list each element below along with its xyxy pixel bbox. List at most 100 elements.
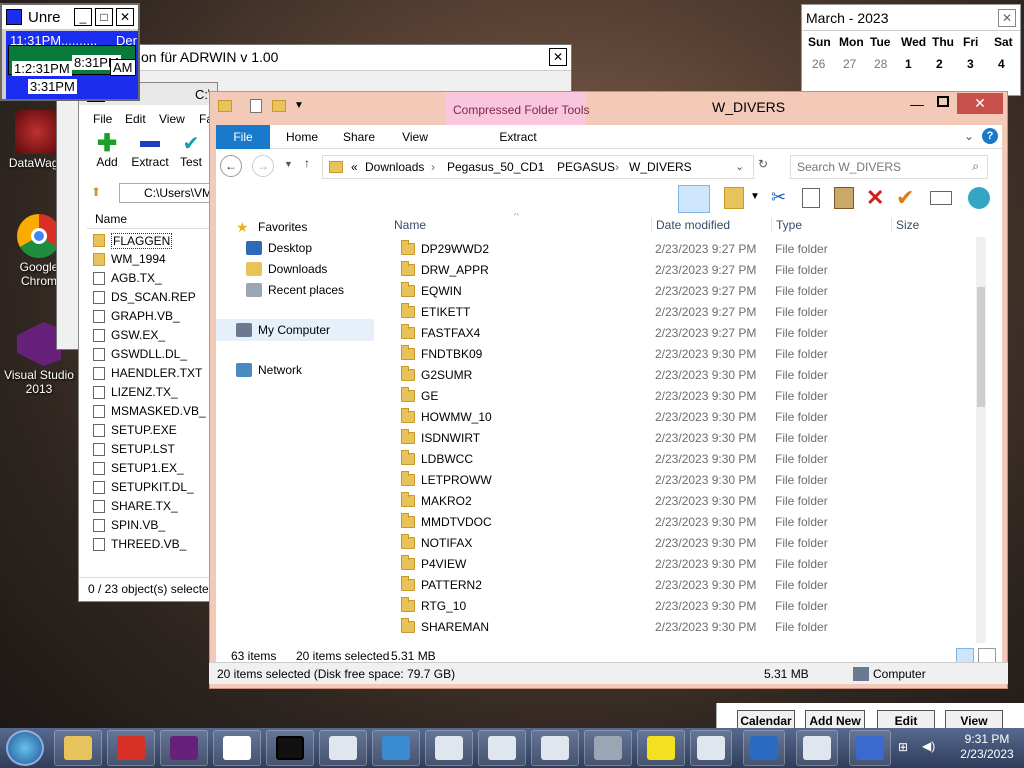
- list-item[interactable]: SETUP.EXE: [87, 421, 219, 440]
- calendar-day[interactable]: 2: [936, 57, 943, 71]
- list-item[interactable]: WM_1994: [87, 250, 219, 269]
- taskbar-app-app3[interactable]: [478, 730, 526, 766]
- table-row[interactable]: MMDTVDOC 2/23/2023 9:30 PM File folder: [386, 512, 986, 533]
- calendar-day[interactable]: 27: [843, 57, 856, 71]
- list-item[interactable]: MSMASKED.VB_: [87, 402, 219, 421]
- list-item[interactable]: AGB.TX_: [87, 269, 219, 288]
- search-box[interactable]: Search W_DIVERS ⌕: [790, 155, 988, 179]
- list-item[interactable]: SETUPKIT.DL_: [87, 478, 219, 497]
- nav-my-computer-row[interactable]: My Computer: [216, 319, 374, 341]
- close-icon[interactable]: ✕: [116, 8, 134, 26]
- list-item[interactable]: THREED.VB_: [87, 535, 219, 554]
- close-icon[interactable]: ✕: [998, 9, 1016, 27]
- close-button[interactable]: ✕: [957, 93, 1003, 114]
- start-button[interactable]: [6, 730, 44, 766]
- table-row[interactable]: FNDTBK09 2/23/2023 9:30 PM File folder: [386, 344, 986, 365]
- taskbar-app-ie[interactable]: [54, 730, 102, 766]
- table-row[interactable]: RTG_10 2/23/2023 9:30 PM File folder: [386, 596, 986, 617]
- breadcrumb[interactable]: « Downloads › Pegasus_50_CD1 › PEGASUS ›…: [322, 155, 754, 179]
- test-button[interactable]: ✔ Test: [175, 133, 207, 169]
- calendar-day[interactable]: 26: [812, 57, 825, 71]
- list-item[interactable]: GSW.EX_: [87, 326, 219, 345]
- taskbar-app-app6[interactable]: [743, 730, 785, 766]
- chevron-down-icon[interactable]: ⌄: [964, 129, 974, 143]
- column-header-date[interactable]: Date modified: [651, 218, 730, 232]
- taskbar-app-app1[interactable]: [372, 730, 420, 766]
- calendar-day[interactable]: 1: [905, 57, 912, 71]
- calendar-day[interactable]: 28: [874, 57, 887, 71]
- refresh-icon[interactable]: ↻: [758, 157, 768, 171]
- table-row[interactable]: G2SUMR 2/23/2023 9:30 PM File folder: [386, 365, 986, 386]
- copy-icon[interactable]: [802, 188, 820, 208]
- back-icon[interactable]: ←: [220, 155, 242, 177]
- chevron-right-icon[interactable]: ›: [539, 160, 543, 174]
- clock[interactable]: 9:31 PM 2/23/2023: [954, 732, 1020, 764]
- search-input[interactable]: Search W_DIVERS: [797, 160, 901, 174]
- column-header-name[interactable]: Name: [95, 212, 127, 226]
- help-icon[interactable]: ?: [982, 128, 998, 144]
- calendar-day[interactable]: 4: [998, 57, 1005, 71]
- breadcrumb-item[interactable]: Pegasus_50_CD1: [447, 160, 544, 174]
- column-header-name[interactable]: Name: [394, 218, 426, 232]
- table-row[interactable]: DP29WWD2 2/23/2023 9:27 PM File folder: [386, 239, 986, 260]
- column-header-size[interactable]: Size: [891, 218, 919, 232]
- chevron-down-icon[interactable]: ⌄: [735, 160, 744, 173]
- taskbar-app-chrome[interactable]: [160, 730, 208, 766]
- scrollbar-thumb[interactable]: [977, 287, 985, 407]
- scrollbar[interactable]: [976, 237, 986, 643]
- cut-icon[interactable]: ✂: [771, 187, 786, 208]
- minimize-icon[interactable]: —: [910, 96, 924, 112]
- table-row[interactable]: SHAREMAN 2/23/2023 9:30 PM File folder: [386, 617, 986, 638]
- rename-icon[interactable]: [930, 191, 952, 205]
- close-icon[interactable]: ✕: [549, 48, 567, 66]
- table-row[interactable]: HOWMW_10 2/23/2023 9:30 PM File folder: [386, 407, 986, 428]
- nav-network[interactable]: Network: [258, 362, 302, 378]
- breadcrumb-item[interactable]: PEGASUS: [557, 160, 615, 174]
- tab-home[interactable]: Home: [274, 125, 330, 149]
- table-row[interactable]: EQWIN 2/23/2023 9:27 PM File folder: [386, 281, 986, 302]
- table-row[interactable]: MAKRO2 2/23/2023 9:30 PM File folder: [386, 491, 986, 512]
- nav-recent-places[interactable]: Recent places: [268, 282, 344, 298]
- column-header-type[interactable]: Type: [771, 218, 802, 232]
- properties-icon[interactable]: [250, 99, 262, 113]
- chevron-down-icon[interactable]: ▼: [294, 100, 304, 111]
- maximize-icon[interactable]: □: [95, 8, 113, 26]
- check-icon[interactable]: ✔: [896, 185, 914, 211]
- table-row[interactable]: PATTERN2 2/23/2023 9:30 PM File folder: [386, 575, 986, 596]
- tab-file[interactable]: File: [216, 125, 270, 149]
- paste-icon[interactable]: [834, 187, 854, 209]
- list-item[interactable]: SETUP.LST: [87, 440, 219, 459]
- volume-icon[interactable]: ◀): [922, 739, 935, 753]
- taskbar-app-visual-studio[interactable]: [213, 730, 261, 766]
- tab-view[interactable]: View: [394, 125, 436, 149]
- preview-pane-icon[interactable]: [678, 185, 710, 213]
- table-row[interactable]: FASTFAX4 2/23/2023 9:27 PM File folder: [386, 323, 986, 344]
- list-item[interactable]: SETUP1.EX_: [87, 459, 219, 478]
- table-row[interactable]: P4VIEW 2/23/2023 9:30 PM File folder: [386, 554, 986, 575]
- menu-view[interactable]: View: [159, 112, 185, 126]
- up-folder-icon[interactable]: ⬆: [91, 185, 101, 199]
- delete-icon[interactable]: ✕: [866, 185, 884, 211]
- list-item[interactable]: GRAPH.VB_: [87, 307, 219, 326]
- network-icon[interactable]: ⊞: [898, 740, 908, 754]
- taskbar-app-app5[interactable]: [584, 730, 632, 766]
- list-item[interactable]: SHARE.TX_: [87, 497, 219, 516]
- taskbar-app-monitor[interactable]: [637, 730, 685, 766]
- folder-icon[interactable]: [218, 100, 232, 112]
- taskbar-app-app4[interactable]: [531, 730, 579, 766]
- nav-favorites[interactable]: Favorites: [258, 219, 307, 235]
- forward-icon[interactable]: →: [252, 155, 274, 177]
- table-row[interactable]: ETIKETT 2/23/2023 9:27 PM File folder: [386, 302, 986, 323]
- minimize-icon[interactable]: _: [74, 8, 92, 26]
- table-row[interactable]: DRW_APPR 2/23/2023 9:27 PM File folder: [386, 260, 986, 281]
- table-row[interactable]: NOTIFAX 2/23/2023 9:30 PM File folder: [386, 533, 986, 554]
- list-item[interactable]: LIZENZ.TX_: [87, 383, 219, 402]
- properties-icon[interactable]: [724, 187, 744, 209]
- taskbar-app-notepad[interactable]: [690, 730, 732, 766]
- list-item[interactable]: FLAGGEN: [87, 231, 219, 250]
- chevron-down-icon[interactable]: ▼: [750, 191, 760, 202]
- path-input[interactable]: C:\Users\VM: [119, 183, 219, 203]
- recent-locations-icon[interactable]: ▼: [284, 159, 293, 169]
- taskbar-app-explorer[interactable]: [107, 730, 155, 766]
- calendar-window[interactable]: March - 2023 ✕ Sun Mon Tue Wed Thu Fri Sat 26 2…: [801, 4, 1021, 96]
